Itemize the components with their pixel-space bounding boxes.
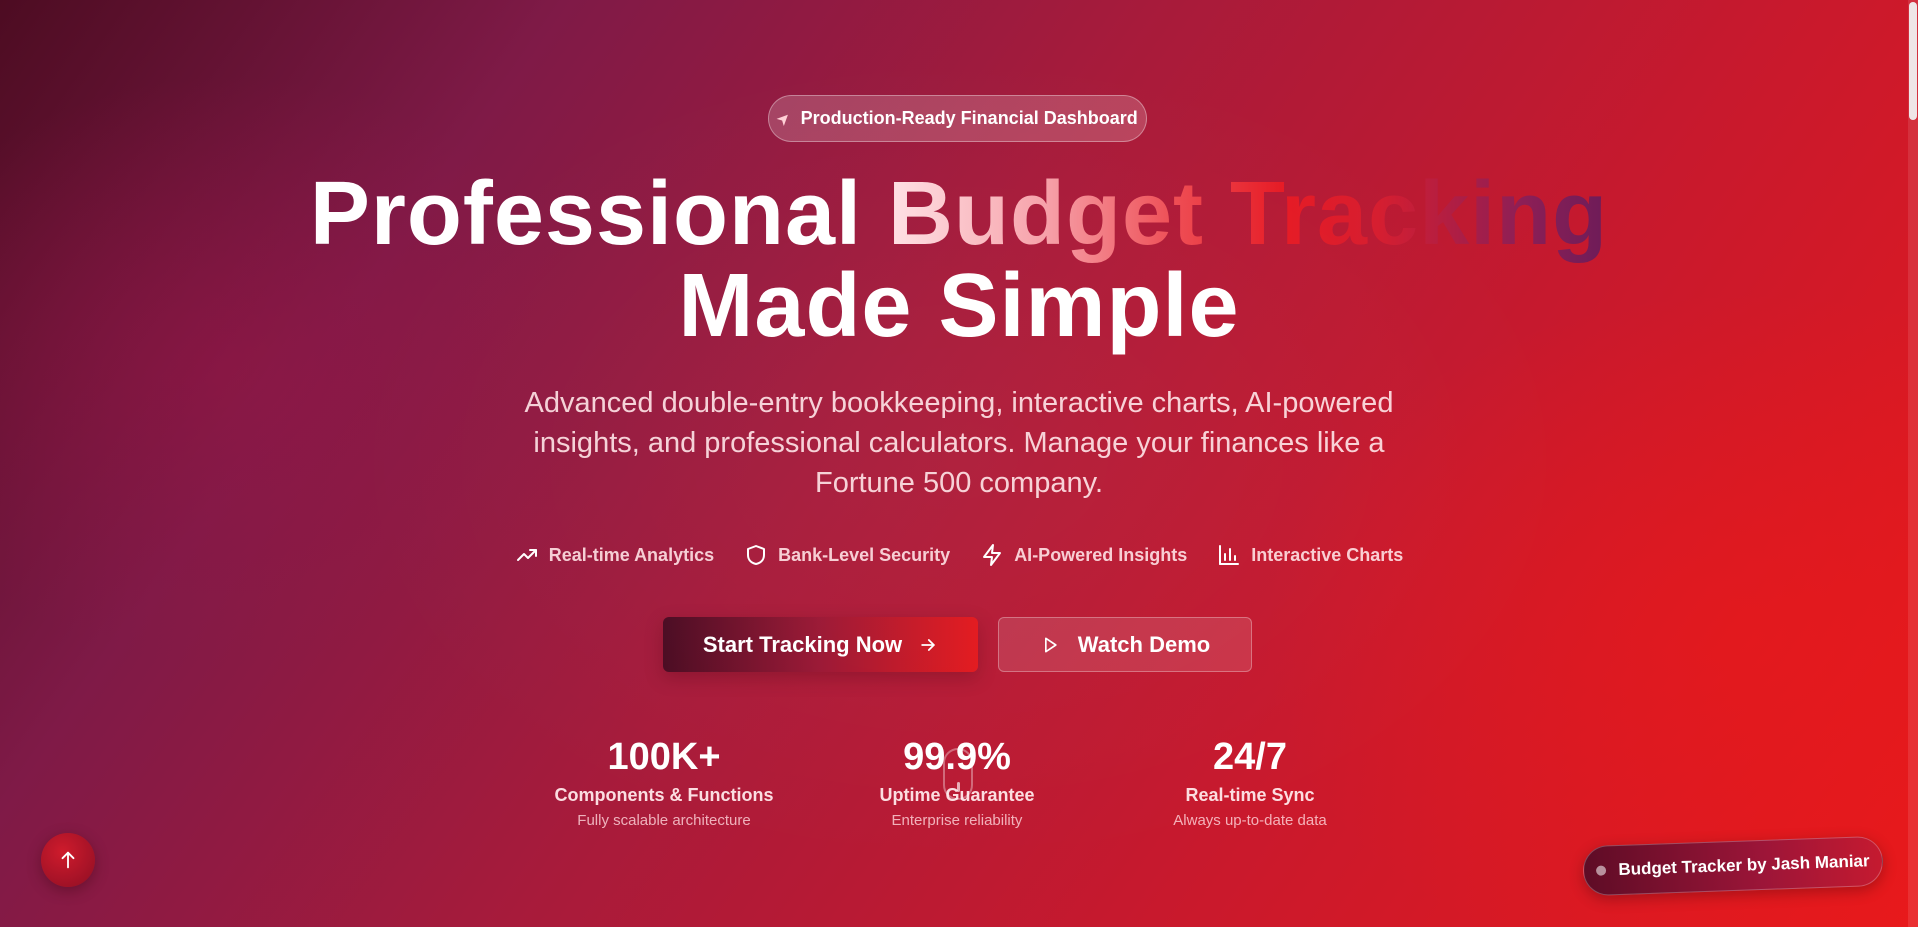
back-to-top-button[interactable]	[41, 833, 95, 887]
play-icon	[1044, 637, 1057, 652]
feature-bank-level-security: Bank-Level Security	[744, 541, 950, 569]
stat-label: Components & Functions	[554, 785, 774, 805]
feature-real-time-analytics: Real-time Analytics	[515, 541, 714, 569]
credit-badge[interactable]: Budget Tracker by Jash Maniar	[1582, 835, 1884, 897]
credit-text: Budget Tracker by Jash Maniar	[1618, 851, 1870, 879]
feature-ai-powered-insights: AI-Powered Insights	[980, 541, 1187, 569]
start-tracking-label: Start Tracking Now	[702, 631, 903, 657]
stat-components: 100K+ Components & Functions Fully scala…	[534, 735, 794, 831]
feature-interactive-charts: Interactive Charts	[1217, 541, 1403, 569]
hero-title-line-2: Made Simple	[678, 256, 1240, 356]
feature-label: Interactive Charts	[1251, 544, 1404, 565]
watch-demo-label: Watch Demo	[1077, 631, 1211, 657]
feature-label: AI-Powered Insights	[1014, 544, 1188, 565]
shield-icon	[747, 545, 766, 565]
stat-description: Always up-to-date data	[1173, 812, 1327, 829]
hero-section: ➤ Production-Ready Financial Dashboard P…	[0, 0, 1918, 927]
watch-demo-button[interactable]: Watch Demo	[998, 617, 1252, 672]
rocket-icon: ➤	[773, 108, 796, 130]
hero-title: Professional Budget Tracking Made Simple	[0, 168, 1918, 352]
hero-title-part-1: Professional	[309, 164, 889, 264]
trending-up-icon	[516, 549, 537, 561]
lightning-icon	[983, 544, 1002, 566]
hero-title-line-1: Professional Budget Tracking	[0, 168, 1918, 260]
feature-label: Real-time Analytics	[548, 544, 715, 565]
stat-sync: 24/7 Real-time Sync Always up-to-date da…	[1120, 735, 1380, 831]
bar-chart-icon	[1219, 545, 1240, 565]
hero-subtitle: Advanced double-entry bookkeeping, inter…	[524, 387, 1394, 499]
page-scrollbar[interactable]	[1908, 0, 1918, 927]
scrollbar-thumb[interactable]	[1909, 2, 1917, 120]
stat-description: Fully scalable architecture	[577, 812, 751, 829]
hero-title-highlight: Budget Tracking	[888, 164, 1609, 264]
feature-label: Bank-Level Security	[778, 544, 951, 565]
arrow-up-icon	[61, 851, 75, 869]
badge-text: Production-Ready Financial Dashboard	[800, 108, 1138, 128]
scroll-down-indicator	[943, 748, 973, 800]
start-tracking-button[interactable]: Start Tracking Now	[663, 617, 978, 672]
stat-label: Real-time Sync	[1185, 785, 1315, 805]
stat-description: Enterprise reliability	[891, 812, 1023, 829]
production-ready-badge: ➤ Production-Ready Financial Dashboard	[768, 95, 1147, 142]
feature-list: Real-time Analytics Bank-Level Security …	[0, 541, 1918, 569]
arrow-right-icon	[921, 638, 935, 651]
stat-value: 100K+	[607, 736, 721, 778]
stat-value: 24/7	[1213, 736, 1287, 778]
status-dot	[1596, 865, 1607, 876]
